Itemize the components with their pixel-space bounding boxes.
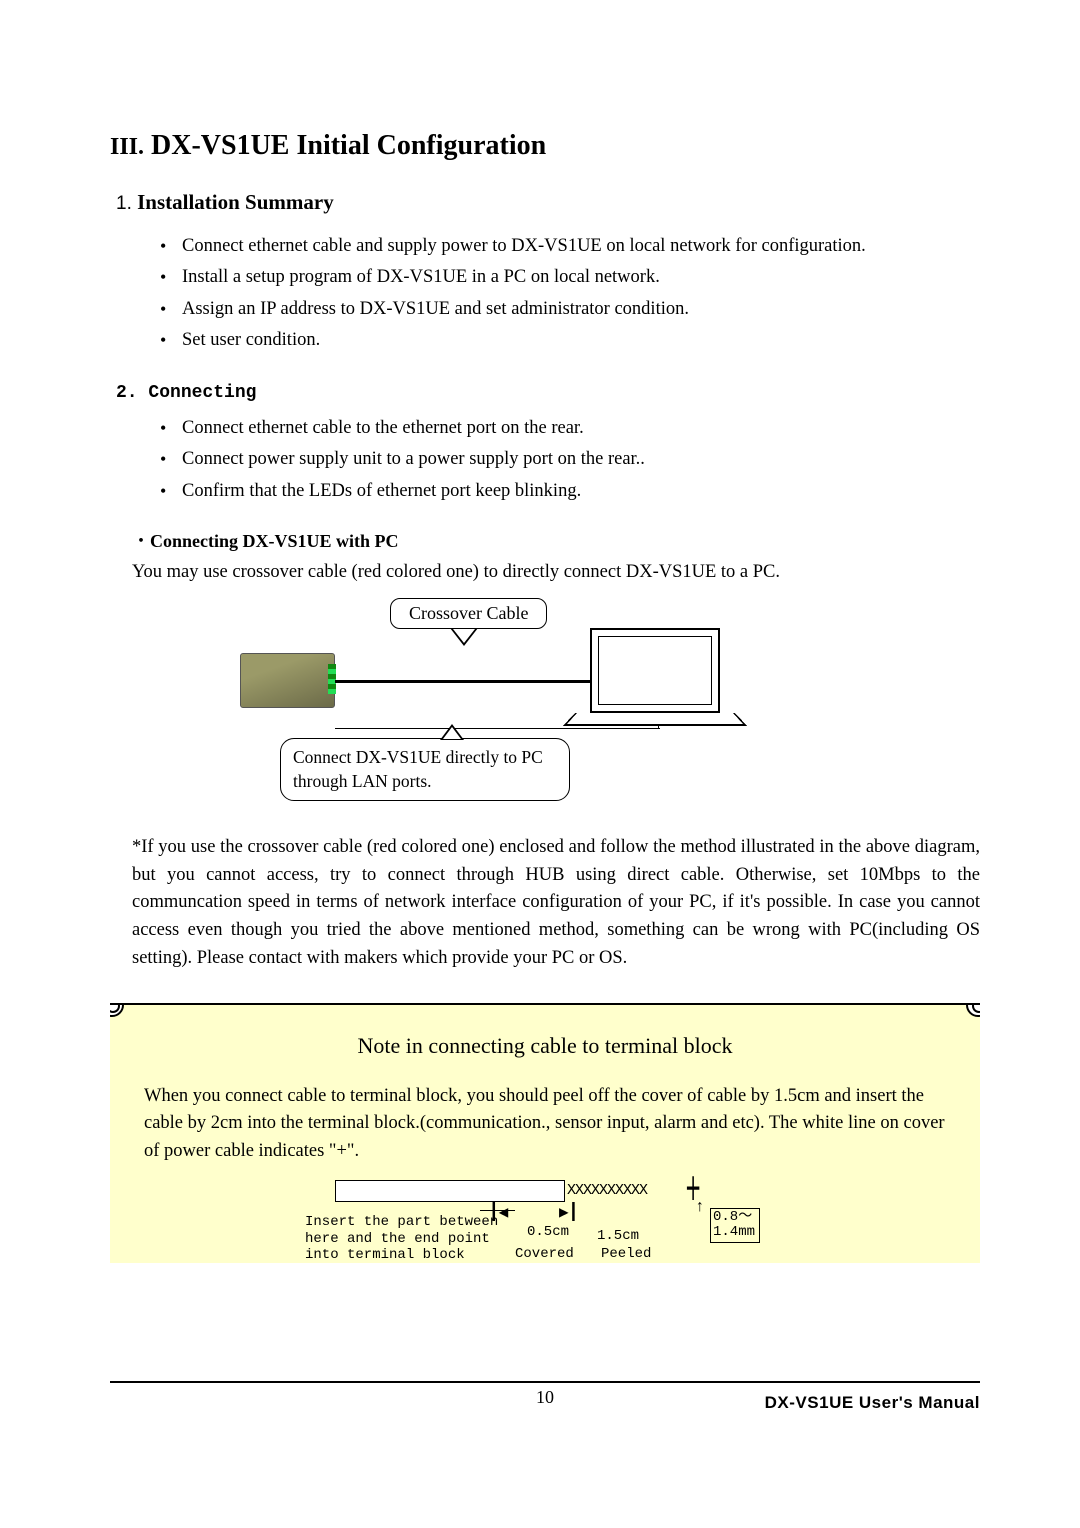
manual-title: DX-VS1UE User's Manual	[765, 1393, 980, 1413]
section-2-heading: 2. Connecting	[116, 383, 980, 403]
arrow-up-icon: ↑	[695, 1198, 705, 1216]
list-item: Assign an IP address to DX-VS1UE and set…	[160, 294, 980, 325]
spiral-binding-icon	[966, 1003, 980, 1017]
sub-text: You may use crossover cable (red colored…	[132, 559, 980, 586]
list-item: Install a setup program of DX-VS1UE in a…	[160, 262, 980, 293]
section-2-num: 2.	[116, 383, 138, 403]
sub-title: Connecting DX-VS1UE with PC	[150, 531, 399, 551]
connect-instruction-box: Connect DX-VS1UE directly to PC through …	[280, 738, 570, 801]
cable-covered-icon	[335, 1180, 565, 1202]
list-item: Connect ethernet cable and supply power …	[160, 231, 980, 262]
note-block: Note in connecting cable to terminal blo…	[110, 1003, 980, 1263]
cable-line2-icon	[335, 728, 660, 729]
callout-arrow-icon	[450, 628, 478, 646]
page-content: III. DX-VS1UE Initial Configuration 1. I…	[0, 0, 1080, 1263]
chapter-roman: III.	[110, 134, 144, 160]
note-title: Note in connecting cable to terminal blo…	[144, 1033, 946, 1059]
arrow-line-icon	[480, 1210, 515, 1211]
covered-label: Covered	[515, 1246, 574, 1262]
sub-bullet-dot: ・	[132, 531, 150, 551]
thickness-label: 0.8～ 1.4mm	[710, 1208, 760, 1243]
section-1-title: Installation Summary	[137, 190, 334, 214]
subsection-heading: ・Connecting DX-VS1UE with PC	[132, 527, 980, 553]
spiral-binding-icon	[110, 1003, 124, 1017]
list-item: Confirm that the LEDs of ethernet port k…	[160, 476, 980, 507]
list-item: Connect ethernet cable to the ethernet p…	[160, 413, 980, 444]
cable-peeled-icon: XXXXXXXXXX	[567, 1182, 687, 1200]
laptop-icon	[590, 628, 735, 727]
section-2-title: Connecting	[148, 383, 256, 403]
dxvs1ue-device-icon	[240, 653, 335, 708]
page-footer: 10 DX-VS1UE User's Manual	[110, 1381, 980, 1408]
section-1-heading: 1. Installation Summary	[116, 190, 980, 215]
insert-instruction: Insert the part between here and the end…	[305, 1214, 515, 1263]
connection-diagram: Crossover Cable Connect DX-VS1UE directl…	[240, 598, 840, 818]
chapter-heading: III. DX-VS1UE Initial Configuration	[110, 130, 980, 162]
cable-line-icon	[335, 680, 595, 683]
peeled-label: Peeled	[601, 1246, 651, 1262]
list-item: Set user condition.	[160, 325, 980, 356]
section-1-num: 1.	[116, 193, 132, 214]
crossover-cable-label: Crossover Cable	[390, 598, 547, 629]
note-body: When you connect cable to terminal block…	[144, 1083, 946, 1166]
size-05cm: 0.5cm	[527, 1224, 569, 1240]
connecting-bullets: Connect ethernet cable to the ethernet p…	[160, 413, 980, 507]
cable-strip-diagram: XXXXXXXXXX ┿ ↑ 0.8～ 1.4mm ┃◀ ▶┃ Insert t…	[305, 1180, 785, 1263]
installation-bullets: Connect ethernet cable and supply power …	[160, 231, 980, 357]
list-item: Connect power supply unit to a power sup…	[160, 444, 980, 475]
size-15cm: 1.5cm	[597, 1228, 639, 1244]
callout-arrow2-icon	[440, 724, 464, 740]
troubleshooting-paragraph: *If you use the crossover cable (red col…	[132, 834, 980, 973]
chapter-title: DX-VS1UE Initial Configuration	[151, 130, 546, 161]
bracket-right-icon: ▶┃	[559, 1202, 578, 1222]
